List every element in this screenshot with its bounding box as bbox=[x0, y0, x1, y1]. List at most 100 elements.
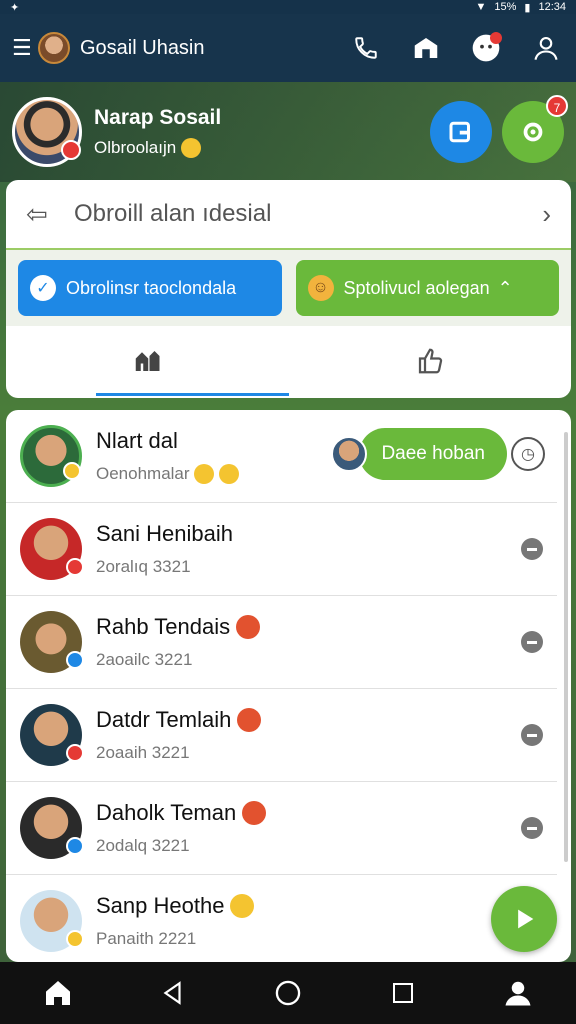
home-icon[interactable] bbox=[36, 971, 80, 1015]
settings-badge: 7 bbox=[546, 95, 568, 117]
tab-row bbox=[6, 326, 571, 396]
list-item[interactable]: Daholk Teman 2odalq 3221 bbox=[6, 782, 557, 875]
contact-subtitle-text: Oenohmalar bbox=[96, 463, 190, 483]
remove-icon[interactable] bbox=[521, 817, 543, 839]
contact-subtitle: 2oralıq 3321 bbox=[96, 557, 191, 576]
status-badge bbox=[66, 744, 84, 762]
scrollbar[interactable] bbox=[564, 432, 568, 862]
trend-icon bbox=[136, 351, 160, 371]
heart-badge-icon bbox=[242, 801, 267, 825]
contact-text: Sani Henibaih 2oralıq 3321 bbox=[96, 521, 521, 577]
account-icon[interactable] bbox=[496, 971, 540, 1015]
thumbs-up-icon bbox=[418, 348, 442, 374]
contact-name: Daholk Teman bbox=[96, 800, 521, 826]
notification-icon: ✦ bbox=[10, 1, 20, 14]
timer-icon[interactable]: ◷ bbox=[511, 437, 545, 471]
emoji-badge bbox=[63, 462, 81, 480]
search-input[interactable]: Obroill alan ıdesial bbox=[66, 200, 542, 228]
messages-icon[interactable] bbox=[468, 30, 504, 66]
contact-avatar bbox=[20, 704, 84, 766]
list-item[interactable]: Datdr Temlaih 2oaaih 3221 bbox=[6, 689, 557, 782]
heart-badge-icon bbox=[237, 708, 262, 732]
contact-text: Rahb Tendais 2aoailc 3221 bbox=[96, 614, 521, 670]
face-icon: ☺ bbox=[307, 275, 334, 301]
check-icon: ✓ bbox=[30, 275, 56, 301]
contact-name: Datdr Temlaih bbox=[96, 707, 521, 733]
contact-text: Datdr Temlaih 2oaaih 3221 bbox=[96, 707, 521, 763]
home-badge-icon[interactable] bbox=[408, 30, 444, 66]
status-bar: ✦ ▼ 15% ▮ 12:34 bbox=[0, 0, 576, 14]
messages-badge bbox=[490, 32, 502, 44]
app-title: Gosail Uhasin bbox=[80, 36, 205, 59]
profile-icon[interactable] bbox=[528, 30, 564, 66]
share-button[interactable] bbox=[430, 101, 492, 163]
profile-header: Narap Sosail Olbroolaıjn 7 bbox=[0, 82, 576, 182]
contact-avatar bbox=[20, 890, 84, 952]
search-bar[interactable]: ⇦ Obroill alan ıdesial › bbox=[6, 180, 571, 250]
chip-secondary-label: Sptolivucl aolegan bbox=[343, 277, 490, 298]
list-item[interactable]: Sani Henibaih 2oralıq 3321 bbox=[6, 503, 557, 596]
contact-name: Rahb Tendais bbox=[96, 614, 521, 640]
profile-subtitle: Olbroolaıjn bbox=[94, 138, 420, 159]
list-item[interactable]: Sanp Heothe Panaith 2221 bbox=[6, 875, 557, 962]
recents-square-icon[interactable] bbox=[381, 971, 425, 1015]
smile-icon bbox=[219, 464, 240, 485]
remove-icon[interactable] bbox=[521, 631, 543, 653]
remove-icon[interactable] bbox=[521, 724, 543, 746]
menu-icon[interactable]: ☰ bbox=[12, 35, 34, 61]
home-circle-icon[interactable] bbox=[266, 971, 310, 1015]
status-badge bbox=[66, 837, 84, 855]
contact-name-text: Daholk Teman bbox=[96, 800, 237, 825]
emoji-badge bbox=[66, 930, 84, 948]
app-bar: ☰ Gosail Uhasin bbox=[0, 14, 576, 82]
chevron-icon: ⌃ bbox=[497, 277, 513, 298]
action-pill[interactable]: Daee hoban ◷ bbox=[331, 428, 545, 480]
status-badge bbox=[66, 651, 84, 669]
app-avatar[interactable] bbox=[38, 32, 70, 64]
back-triangle-icon[interactable] bbox=[151, 971, 195, 1015]
contact-subtitle: Panaith 2221 bbox=[96, 929, 197, 948]
chip-primary[interactable]: ✓ Obrolinsr taoclondala bbox=[18, 260, 282, 316]
contact-subtitle: 2odalq 3221 bbox=[96, 836, 190, 855]
emoji-icon bbox=[180, 138, 201, 159]
list-item[interactable]: Nlart dal Oenohmalar Daee hoban ◷ bbox=[6, 410, 557, 503]
contact-name-text: Sanp Heothe bbox=[96, 893, 225, 918]
chip-secondary[interactable]: ☺ Sptolivucl aolegan ⌃ bbox=[295, 260, 559, 316]
contact-avatar bbox=[20, 797, 84, 859]
contact-name-text: Rahb Tendais bbox=[96, 614, 231, 639]
settings-button[interactable]: 7 bbox=[502, 95, 568, 163]
contact-name: Sanp Heothe bbox=[96, 893, 543, 919]
app-actions bbox=[348, 30, 564, 66]
contact-avatar bbox=[20, 518, 84, 580]
contact-subtitle: 2aoailc 3221 bbox=[96, 650, 193, 669]
tab-likes[interactable] bbox=[289, 326, 572, 396]
remove-icon[interactable] bbox=[521, 538, 543, 560]
battery-level: 15% bbox=[494, 1, 517, 13]
contact-name-text: Datdr Temlaih bbox=[96, 707, 232, 732]
profile-subtitle-text: Olbroolaıjn bbox=[94, 137, 177, 157]
contact-avatar bbox=[20, 425, 82, 487]
play-icon bbox=[518, 909, 534, 929]
profile-avatar[interactable] bbox=[12, 97, 82, 167]
status-indicators: ▼ 15% ▮ 12:34 bbox=[475, 1, 566, 14]
tab-trending[interactable] bbox=[6, 326, 289, 396]
pill-label[interactable]: Daee hoban bbox=[359, 428, 507, 480]
contact-name: Sani Henibaih bbox=[96, 521, 233, 546]
search-card: ⇦ Obroill alan ıdesial › ✓ Obrolinsr tao… bbox=[6, 180, 571, 398]
battery-icon: ▮ bbox=[524, 1, 531, 14]
back-arrow-icon[interactable]: ⇦ bbox=[26, 199, 66, 230]
smile-icon bbox=[230, 894, 255, 918]
system-nav-bar bbox=[0, 962, 576, 1024]
contact-avatar bbox=[20, 611, 84, 673]
play-fab-button[interactable] bbox=[491, 886, 557, 952]
list-item[interactable]: Rahb Tendais 2aoailc 3221 bbox=[6, 596, 557, 689]
heart-badge-icon bbox=[236, 615, 261, 639]
phone-icon[interactable] bbox=[348, 30, 384, 66]
chevron-right-icon[interactable]: › bbox=[542, 199, 551, 230]
status-badge bbox=[66, 558, 84, 576]
chip-primary-label: Obrolinsr taoclondala bbox=[66, 277, 237, 298]
profile-status-badge bbox=[61, 140, 81, 160]
profile-name: Narap Sosail bbox=[94, 105, 222, 129]
clock: 12:34 bbox=[538, 1, 566, 13]
smile-icon bbox=[194, 464, 215, 485]
